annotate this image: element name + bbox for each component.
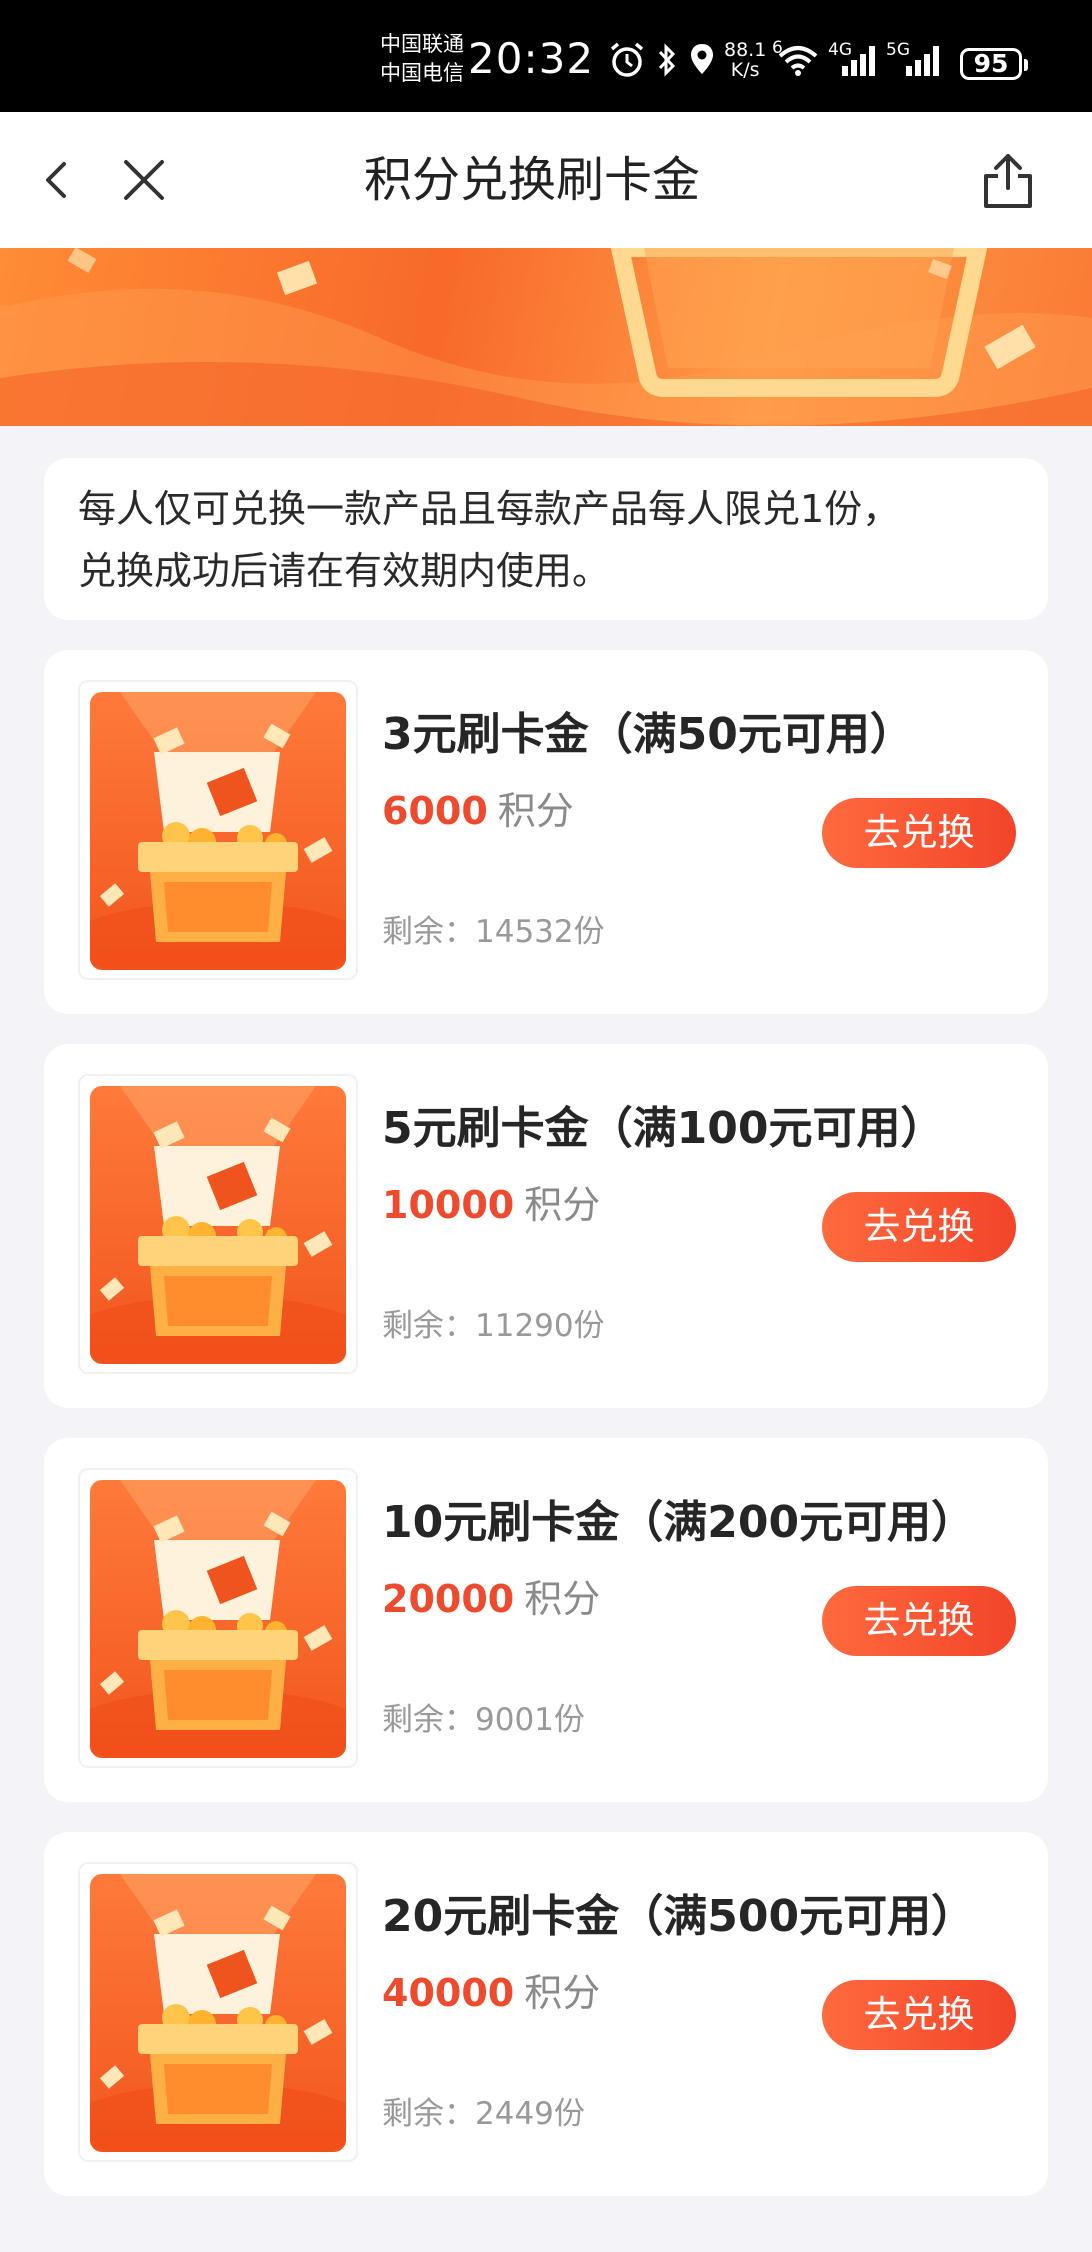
signal-icon bbox=[842, 46, 875, 76]
carrier-1: 中国联通 bbox=[380, 32, 464, 56]
product-image bbox=[78, 1468, 358, 1768]
alarm-icon bbox=[610, 42, 644, 77]
share-icon[interactable] bbox=[980, 150, 1036, 210]
treasure-chest-icon bbox=[90, 1874, 346, 2152]
signal-icon bbox=[906, 46, 939, 76]
notice-line-2: 兑换成功后请在有效期内使用。 bbox=[78, 549, 611, 593]
points-unit: 积分 bbox=[524, 1183, 601, 1227]
stock-remaining: 剩余：14532份 bbox=[382, 914, 605, 950]
product-title: 10元刷卡金（满200元可用） bbox=[382, 1497, 976, 1548]
redeem-button[interactable]: 去兑换 bbox=[822, 798, 1016, 868]
points-unit: 积分 bbox=[524, 1971, 601, 2015]
treasure-chest-icon bbox=[90, 1480, 346, 1758]
points-value: 40000 bbox=[382, 1971, 515, 2015]
stock-remaining: 剩余：9001份 bbox=[382, 1702, 585, 1738]
product-card: 10元刷卡金（满200元可用） 20000 积分 去兑换 剩余：9001份 bbox=[44, 1438, 1048, 1802]
product-points: 6000 积分 bbox=[382, 788, 574, 834]
product-points: 10000 积分 bbox=[382, 1182, 600, 1228]
wifi-icon bbox=[778, 46, 818, 76]
product-image bbox=[78, 1074, 358, 1374]
carrier-2: 中国电信 bbox=[380, 61, 464, 85]
product-title: 5元刷卡金（满100元可用） bbox=[382, 1103, 945, 1154]
page-title: 积分兑换刷卡金 bbox=[363, 152, 700, 208]
product-points: 20000 积分 bbox=[382, 1576, 600, 1622]
treasure-chest-icon bbox=[90, 1086, 346, 1364]
net-speed: 88.1 K/s bbox=[724, 40, 766, 80]
exchange-notice: 每人仅可兑换一款产品且每款产品每人限兑1份， 兑换成功后请在有效期内使用。 bbox=[44, 458, 1048, 620]
points-value: 6000 bbox=[382, 789, 488, 833]
carrier-names: 中国联通 中国电信 bbox=[380, 30, 464, 88]
net-speed-value: 88.1 bbox=[724, 39, 767, 61]
battery-icon: 95 bbox=[960, 48, 1028, 80]
clock: 20:32 bbox=[468, 34, 595, 83]
net-speed-unit: K/s bbox=[730, 59, 760, 81]
banner-illustration bbox=[0, 248, 1092, 426]
redeem-button[interactable]: 去兑换 bbox=[822, 1586, 1016, 1656]
product-image bbox=[78, 680, 358, 980]
stock-remaining: 剩余：2449份 bbox=[382, 2096, 585, 2132]
redeem-button[interactable]: 去兑换 bbox=[822, 1192, 1016, 1262]
bluetooth-icon bbox=[658, 43, 676, 77]
points-unit: 积分 bbox=[524, 1577, 601, 1621]
stock-remaining: 剩余：11290份 bbox=[382, 1308, 605, 1344]
points-value: 10000 bbox=[382, 1183, 515, 1227]
points-value: 20000 bbox=[382, 1577, 515, 1621]
product-title: 20元刷卡金（满500元可用） bbox=[382, 1891, 976, 1942]
treasure-chest-icon bbox=[90, 692, 346, 970]
product-points: 40000 积分 bbox=[382, 1970, 600, 2016]
product-card: 5元刷卡金（满100元可用） 10000 积分 去兑换 剩余：11290份 bbox=[44, 1044, 1048, 1408]
battery-level: 95 bbox=[973, 49, 1009, 78]
product-title: 3元刷卡金（满50元可用） bbox=[382, 709, 914, 760]
location-icon bbox=[691, 44, 713, 74]
status-bar: 中国联通 中国电信 20:32 88.1 K/s 6 4G 5G 95 bbox=[0, 0, 1092, 112]
points-unit: 积分 bbox=[497, 789, 574, 833]
product-card: 3元刷卡金（满50元可用） 6000 积分 去兑换 剩余：14532份 bbox=[44, 650, 1048, 1014]
header-banner bbox=[0, 248, 1092, 426]
product-card: 20元刷卡金（满500元可用） 40000 积分 去兑换 剩余：2449份 bbox=[44, 1832, 1048, 2196]
product-image bbox=[78, 1862, 358, 2162]
notice-line-1: 每人仅可兑换一款产品且每款产品每人限兑1份， bbox=[78, 487, 901, 531]
redeem-button[interactable]: 去兑换 bbox=[822, 1980, 1016, 2050]
nav-bar: 积分兑换刷卡金 bbox=[0, 112, 1092, 248]
